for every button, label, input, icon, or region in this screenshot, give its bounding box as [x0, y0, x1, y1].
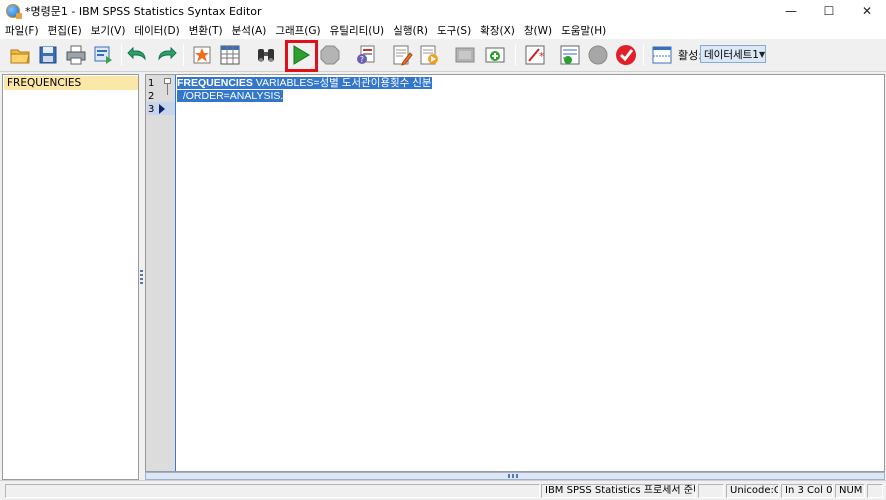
edit-document-icon[interactable]	[390, 43, 414, 67]
menu-bar: 파일(F) 편집(E) 보기(V) 데이터(D) 변환(T) 분석(A) 그래프…	[0, 22, 886, 39]
navigator-item[interactable]: FREQUENCIES	[4, 76, 138, 90]
maximize-button[interactable]: ☐	[810, 0, 848, 22]
spss-app-icon	[6, 4, 22, 19]
open-folder-icon[interactable]	[8, 43, 32, 67]
menu-run[interactable]: 실행(R)	[390, 23, 434, 38]
save-icon[interactable]	[36, 43, 60, 67]
goto-case-icon[interactable]	[190, 43, 214, 67]
print-icon[interactable]	[64, 43, 88, 67]
syntax-editor[interactable]: 1 2 3 FREQUENCIES VARIABLES=성별 도서관이용횟수 신…	[145, 74, 885, 472]
main-area: FREQUENCIES 1 2 3 FREQUENCIES VARIABLES=…	[0, 72, 886, 480]
line-gutter: 1 2 3	[146, 75, 176, 471]
active-dataset-label: 활성:	[678, 49, 702, 62]
menu-extensions[interactable]: 확장(X)	[477, 23, 521, 38]
find-binoculars-icon[interactable]	[254, 43, 278, 67]
svg-text:?: ?	[360, 55, 364, 64]
line-number: 3	[148, 104, 155, 115]
menu-tools[interactable]: 도구(S)	[434, 23, 477, 38]
comment-syntax-icon[interactable]: *	[523, 43, 547, 67]
run-document-icon[interactable]	[417, 43, 441, 67]
menu-data[interactable]: 데이터(D)	[131, 23, 185, 38]
menu-transform[interactable]: 변환(T)	[186, 23, 229, 38]
variables-icon[interactable]	[218, 43, 242, 67]
add-bookmark-icon[interactable]	[483, 43, 507, 67]
line-number: 1	[148, 78, 155, 89]
status-empty-field	[5, 484, 540, 498]
svg-text:*: *	[539, 50, 545, 63]
cursor-position: In 3 Col 0	[781, 484, 833, 498]
code-line-1: FREQUENCIES VARIABLES=성별 도서관이용횟수 신분	[177, 77, 432, 90]
active-dataset-dropdown[interactable]: 데이터세트1 ▼	[700, 45, 766, 63]
status-empty-field-3	[867, 484, 883, 498]
processor-status: IBM SPSS Statistics 프로세서 준비 완료	[541, 484, 696, 498]
command-args: VARIABLES=성별 도서관이용횟수 신분	[252, 77, 432, 89]
navigator-pane: FREQUENCIES	[2, 74, 139, 480]
horizontal-splitter[interactable]	[145, 472, 885, 480]
splitter-grip-icon	[508, 474, 520, 478]
fold-toggle-icon[interactable]	[164, 78, 171, 84]
run-button-highlight	[285, 40, 318, 72]
menu-graphs[interactable]: 그래프(G)	[272, 23, 326, 38]
menu-view[interactable]: 보기(V)	[88, 23, 132, 38]
dialog-recall-icon[interactable]	[92, 43, 116, 67]
syntax-code[interactable]: FREQUENCIES VARIABLES=성별 도서관이용횟수 신분 /ORD…	[177, 77, 432, 103]
menu-analyze[interactable]: 분석(A)	[229, 23, 273, 38]
breakpoint-icon[interactable]	[586, 43, 610, 67]
syntax-help-icon[interactable]: ?	[354, 43, 378, 67]
num-lock-status: NUM	[835, 484, 865, 498]
menu-help[interactable]: 도움말(H)	[558, 23, 612, 38]
menu-edit[interactable]: 편집(E)	[45, 23, 88, 38]
bookmark-disabled-icon[interactable]	[453, 43, 477, 67]
subcommand-text: /ORDER=ANALYSIS.	[177, 90, 284, 102]
status-bar: IBM SPSS Statistics 프로세서 준비 완료 Unicode:O…	[0, 480, 886, 500]
split-window-icon[interactable]	[650, 43, 674, 67]
check-icon[interactable]	[614, 43, 638, 67]
undo-icon[interactable]	[126, 43, 150, 67]
title-bar: *명령문1 - IBM SPSS Statistics Syntax Edito…	[0, 0, 886, 22]
current-command-arrow-icon	[159, 104, 165, 114]
active-dataset-value: 데이터세트1	[704, 48, 759, 61]
code-line-2: /ORDER=ANALYSIS.	[177, 90, 432, 103]
close-button[interactable]: ✕	[848, 0, 886, 22]
redo-icon[interactable]	[154, 43, 178, 67]
menu-utilities[interactable]: 유틸리티(U)	[327, 23, 391, 38]
stop-processor-icon[interactable]	[318, 43, 342, 67]
menu-window[interactable]: 창(W)	[521, 23, 558, 38]
status-empty-field-2	[698, 484, 724, 498]
window-title: *명령문1 - IBM SPSS Statistics Syntax Edito…	[25, 5, 262, 18]
minimize-button[interactable]: —	[772, 0, 810, 22]
splitter-grip-icon	[140, 270, 143, 284]
unicode-status: Unicode:ON	[726, 484, 779, 498]
validate-syntax-icon[interactable]	[558, 43, 582, 67]
chevron-down-icon: ▼	[758, 49, 766, 59]
menu-file[interactable]: 파일(F)	[2, 23, 45, 38]
line-number: 2	[148, 91, 155, 102]
command-keyword: FREQUENCIES	[177, 77, 253, 89]
